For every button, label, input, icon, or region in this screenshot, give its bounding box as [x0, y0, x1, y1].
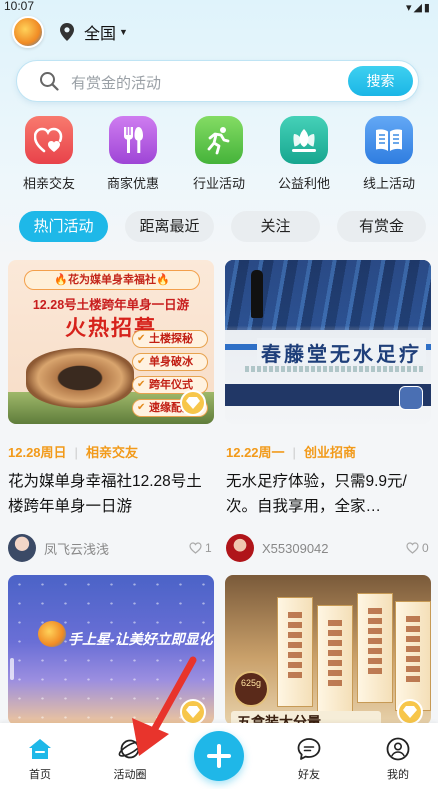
tab-hot-events[interactable]: 热门活动: [19, 211, 108, 242]
lotus-icon: [280, 116, 328, 164]
author-avatar: [226, 534, 254, 562]
nav-home[interactable]: 首页: [5, 737, 75, 782]
category-label: 相亲交友: [22, 176, 75, 191]
poster-tag: 土楼探秘: [132, 330, 208, 348]
edge-handle[interactable]: [10, 658, 14, 680]
activity-poster[interactable]: 625g 五盒装大分量: [225, 575, 431, 725]
card-meta: 12.28周日 | 相亲交友: [8, 445, 138, 460]
diamond-icon: [180, 699, 206, 725]
author-name: X55309042: [262, 540, 329, 556]
cutlery-icon: [109, 116, 157, 164]
location-pin-icon: [60, 23, 74, 41]
card-author[interactable]: 凤飞云浅浅: [8, 534, 109, 562]
search-button[interactable]: 搜索: [348, 66, 413, 96]
category-row: 相亲交友 商家优惠 行业活动 公益利他 线上活动: [0, 116, 438, 196]
book-icon: [365, 116, 413, 164]
create-activity-button[interactable]: [194, 731, 244, 781]
category-label: 行业活动: [192, 176, 245, 191]
nav-activity-circle[interactable]: 活动圈: [95, 737, 165, 782]
user-avatar[interactable]: [12, 16, 44, 48]
planet-icon: [118, 739, 142, 759]
status-icons: ▾◢▮: [405, 2, 432, 14]
card-author[interactable]: X55309042: [226, 534, 329, 562]
heart-icon: [25, 116, 73, 164]
author-name: 凤飞云浅浅: [44, 541, 110, 557]
card-category: 相亲交友: [85, 445, 138, 460]
category-label: 商家优惠: [106, 176, 159, 191]
status-bar: 10:07 ▾◢▮: [0, 0, 438, 14]
nav-label: 活动圈: [113, 769, 147, 781]
poster-seal: 625g: [233, 671, 269, 707]
poster-fine-print: [245, 366, 425, 372]
poster-tag: 单身破冰: [132, 353, 208, 371]
tab-nearest[interactable]: 距离最近: [125, 211, 214, 242]
poster-headline: 春藤堂无水足疗: [257, 338, 426, 366]
heart-outline-icon: [406, 542, 419, 554]
card-date: 12.22周一: [226, 445, 285, 460]
search-bar[interactable]: 有赏金的活动 搜索: [16, 60, 419, 102]
chat-icon: [297, 738, 321, 760]
tab-bounty[interactable]: 有赏金: [337, 211, 426, 242]
search-placeholder[interactable]: 有赏金的活动: [71, 72, 161, 93]
card-category: 创业招商: [303, 445, 356, 460]
filter-tabs: 热门活动 距离最近 关注 有赏金: [0, 211, 438, 243]
heart-outline-icon: [189, 542, 202, 554]
activity-poster[interactable]: 🔥花为媒单身幸福社🔥 12.28号土楼跨年单身一日游 火热招募 土楼探秘 单身破…: [8, 260, 214, 424]
category-industry-events[interactable]: 行业活动: [179, 116, 259, 192]
tab-following[interactable]: 关注: [231, 211, 320, 242]
like-count: 0: [422, 541, 429, 555]
caret-down-icon: ▼: [119, 27, 128, 37]
product-box: [357, 593, 393, 703]
card-date: 12.28周日: [8, 445, 67, 460]
author-avatar: [8, 534, 36, 562]
card-title[interactable]: 无水足疗体验，只需9.9元/次。自我享用，全家…: [226, 469, 426, 519]
search-icon: [40, 72, 59, 91]
diamond-icon: [397, 699, 423, 725]
category-charity[interactable]: 公益利他: [264, 116, 344, 192]
category-online-events[interactable]: 线上活动: [349, 116, 429, 192]
category-dating[interactable]: 相亲交友: [9, 116, 89, 192]
card-meta: 12.22周一 | 创业招商: [226, 445, 356, 460]
diamond-icon: [180, 390, 206, 416]
category-merchant-deals[interactable]: 商家优惠: [93, 116, 173, 192]
poster-banner: 🔥花为媒单身幸福社🔥: [24, 270, 200, 290]
nav-profile[interactable]: 我的: [363, 737, 433, 782]
nav-friends[interactable]: 好友: [274, 737, 344, 782]
nav-label: 好友: [298, 769, 320, 781]
location-label: 全国: [84, 26, 117, 43]
user-icon: [386, 737, 410, 761]
status-time: 10:07: [4, 0, 35, 13]
category-label: 公益利他: [277, 176, 330, 191]
poster-slogan: 手上星-让美好立即显化: [68, 631, 213, 647]
like-button[interactable]: 1: [189, 541, 212, 555]
card-title[interactable]: 花为媒单身幸福社12.28号土楼跨年单身一日游: [8, 469, 216, 519]
nav-label: 首页: [29, 769, 51, 781]
bottom-nav: 首页 活动圈 好友 我的: [0, 723, 438, 789]
shield-icon: [399, 386, 423, 410]
activity-poster[interactable]: 手上星-让美好立即显化: [8, 575, 214, 725]
poster-tulou-image: [26, 348, 134, 408]
product-box: [395, 601, 431, 711]
like-count: 1: [205, 541, 212, 555]
like-button[interactable]: 0: [406, 541, 429, 555]
home-icon: [29, 739, 51, 759]
location-selector[interactable]: 全国 ▼: [60, 20, 128, 44]
nav-label: 我的: [387, 769, 409, 781]
poster-subtitle: 12.28号土楼跨年单身一日游: [32, 298, 190, 312]
product-box: [277, 597, 313, 707]
activity-poster[interactable]: 春藤堂无水足疗: [225, 260, 431, 424]
category-label: 线上活动: [362, 176, 415, 191]
runner-icon: [195, 116, 243, 164]
product-box: [317, 605, 353, 715]
app-logo: [38, 621, 66, 647]
poster-person-silhouette: [251, 270, 263, 318]
